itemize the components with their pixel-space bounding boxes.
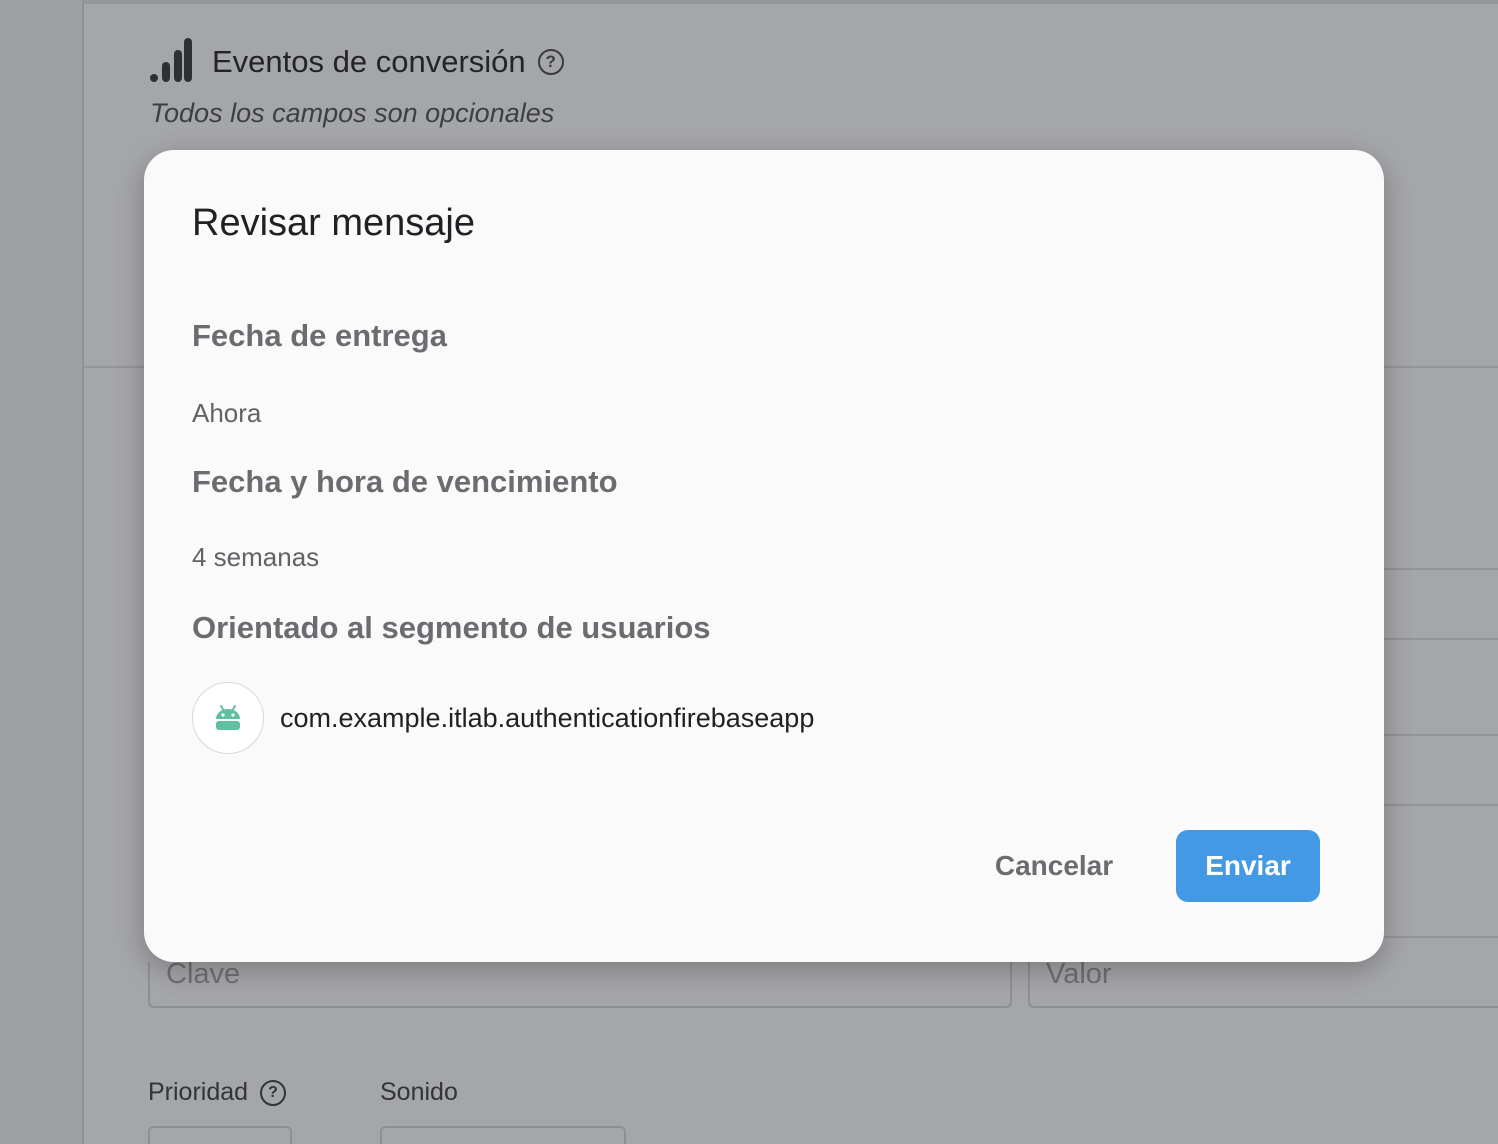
priority-label: Prioridad ? [148, 1078, 287, 1107]
target-app-row: com.example.itlab.authenticationfirebase… [192, 682, 814, 754]
help-icon[interactable]: ? [260, 1079, 287, 1106]
target-app-package: com.example.itlab.authenticationfirebase… [280, 702, 815, 733]
android-icon [192, 682, 264, 754]
field-border [1384, 734, 1498, 736]
conversion-events-header: Eventos de conversión ? [150, 38, 564, 84]
section-title: Eventos de conversión [212, 44, 526, 79]
priority-label-text: Prioridad [148, 1078, 249, 1106]
delivery-date-heading: Fecha de entrega [192, 318, 447, 353]
key-placeholder: Clave [166, 958, 241, 990]
key-input[interactable]: Clave [148, 958, 1012, 1008]
delivery-date-value: Ahora [192, 398, 262, 428]
value-input[interactable]: Valor [1028, 958, 1498, 1008]
dialog-title: Revisar mensaje [192, 202, 475, 244]
priority-select[interactable] [148, 1126, 292, 1144]
review-message-dialog: Revisar mensaje Fecha de entrega Ahora F… [144, 150, 1384, 962]
targeting-heading: Orientado al segmento de usuarios [192, 610, 711, 645]
expiry-value: 4 semanas [192, 542, 320, 572]
field-border [1384, 638, 1498, 640]
help-icon[interactable]: ? [537, 49, 564, 75]
expiry-heading: Fecha y hora de vencimiento [192, 464, 618, 499]
send-button[interactable]: Enviar [1176, 830, 1320, 902]
top-divider [84, 0, 1498, 4]
cancel-button[interactable]: Cancelar [978, 830, 1130, 902]
sound-label: Sonido [380, 1078, 458, 1107]
left-rail [0, 0, 84, 1144]
field-border [1384, 568, 1498, 570]
value-placeholder: Valor [1046, 958, 1112, 990]
sound-label-text: Sonido [380, 1078, 458, 1106]
section-subtitle: Todos los campos son opcionales [150, 98, 555, 128]
sound-select[interactable] [380, 1126, 626, 1144]
analytics-bars-icon [150, 38, 192, 84]
field-border [1384, 804, 1498, 806]
field-border [1384, 936, 1498, 938]
